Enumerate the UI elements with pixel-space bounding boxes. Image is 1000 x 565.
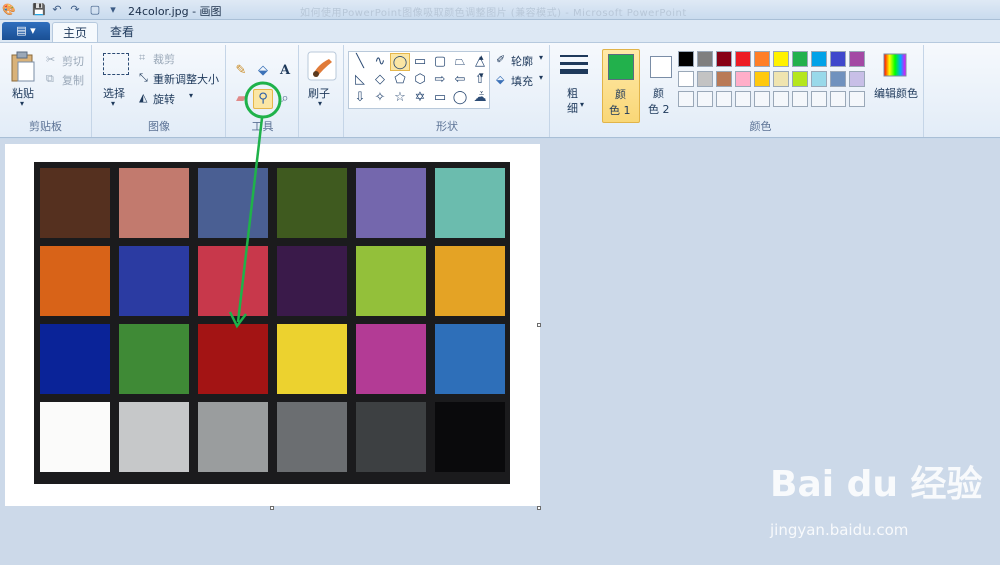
annotation-circle [244,81,282,119]
watermark-brand: Bai du 经验 [770,464,983,505]
annotation-arrow-line [236,117,264,323]
watermark-url: jingyan.baidu.com [770,521,909,539]
